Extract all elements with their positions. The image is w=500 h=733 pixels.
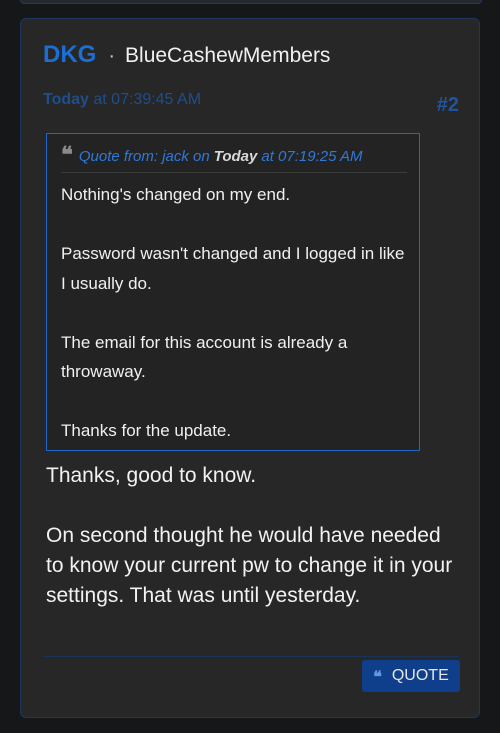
quote-source-day: Today — [213, 148, 258, 165]
author-group: BlueCashewMembers — [125, 44, 331, 67]
post-date-day: Today — [43, 91, 89, 108]
quote-source-prefix[interactable]: Quote from: jack on — [79, 148, 210, 165]
quote-button-label: QUOTE — [391, 667, 449, 684]
quote-block: ❝ Quote from: jack on Today at 07:19:25 … — [46, 133, 420, 451]
quote-paragraph: Password wasn't changed and I logged in … — [61, 244, 405, 293]
post-number[interactable]: #2 — [437, 94, 459, 117]
post-date: Today at 07:39:45 AM — [43, 91, 201, 109]
quote-icon: ❝ — [373, 666, 382, 686]
post-author-row: DKG · BlueCashewMembers — [43, 41, 330, 69]
previous-post-edge — [20, 0, 482, 4]
author-separator: · — [108, 45, 116, 67]
quote-header: ❝ Quote from: jack on Today at 07:19:25 … — [61, 142, 407, 173]
quote-paragraph: Thanks for the update. — [61, 421, 232, 440]
quote-body: Nothing's changed on my end. Password wa… — [61, 180, 407, 446]
post-body: Thanks, good to know. On second thought … — [46, 461, 456, 611]
author-name[interactable]: DKG — [43, 41, 96, 69]
quote-button[interactable]: ❝ QUOTE — [362, 660, 460, 692]
quote-paragraph: The email for this account is already a … — [61, 332, 348, 382]
post-date-time: at 07:39:45 AM — [88, 91, 202, 108]
post-paragraph: On second thought he would have needed t… — [46, 524, 453, 607]
post-paragraph: Thanks, good to know. — [46, 464, 257, 487]
quote-paragraph: Nothing's changed on my end. — [61, 185, 291, 204]
post-footer-divider — [43, 656, 459, 657]
quote-icon: ❝ — [61, 142, 73, 168]
forum-post: DKG · BlueCashewMembers Today at 07:39:4… — [20, 18, 480, 718]
quote-source-time: at 07:19:25 AM — [261, 148, 363, 165]
